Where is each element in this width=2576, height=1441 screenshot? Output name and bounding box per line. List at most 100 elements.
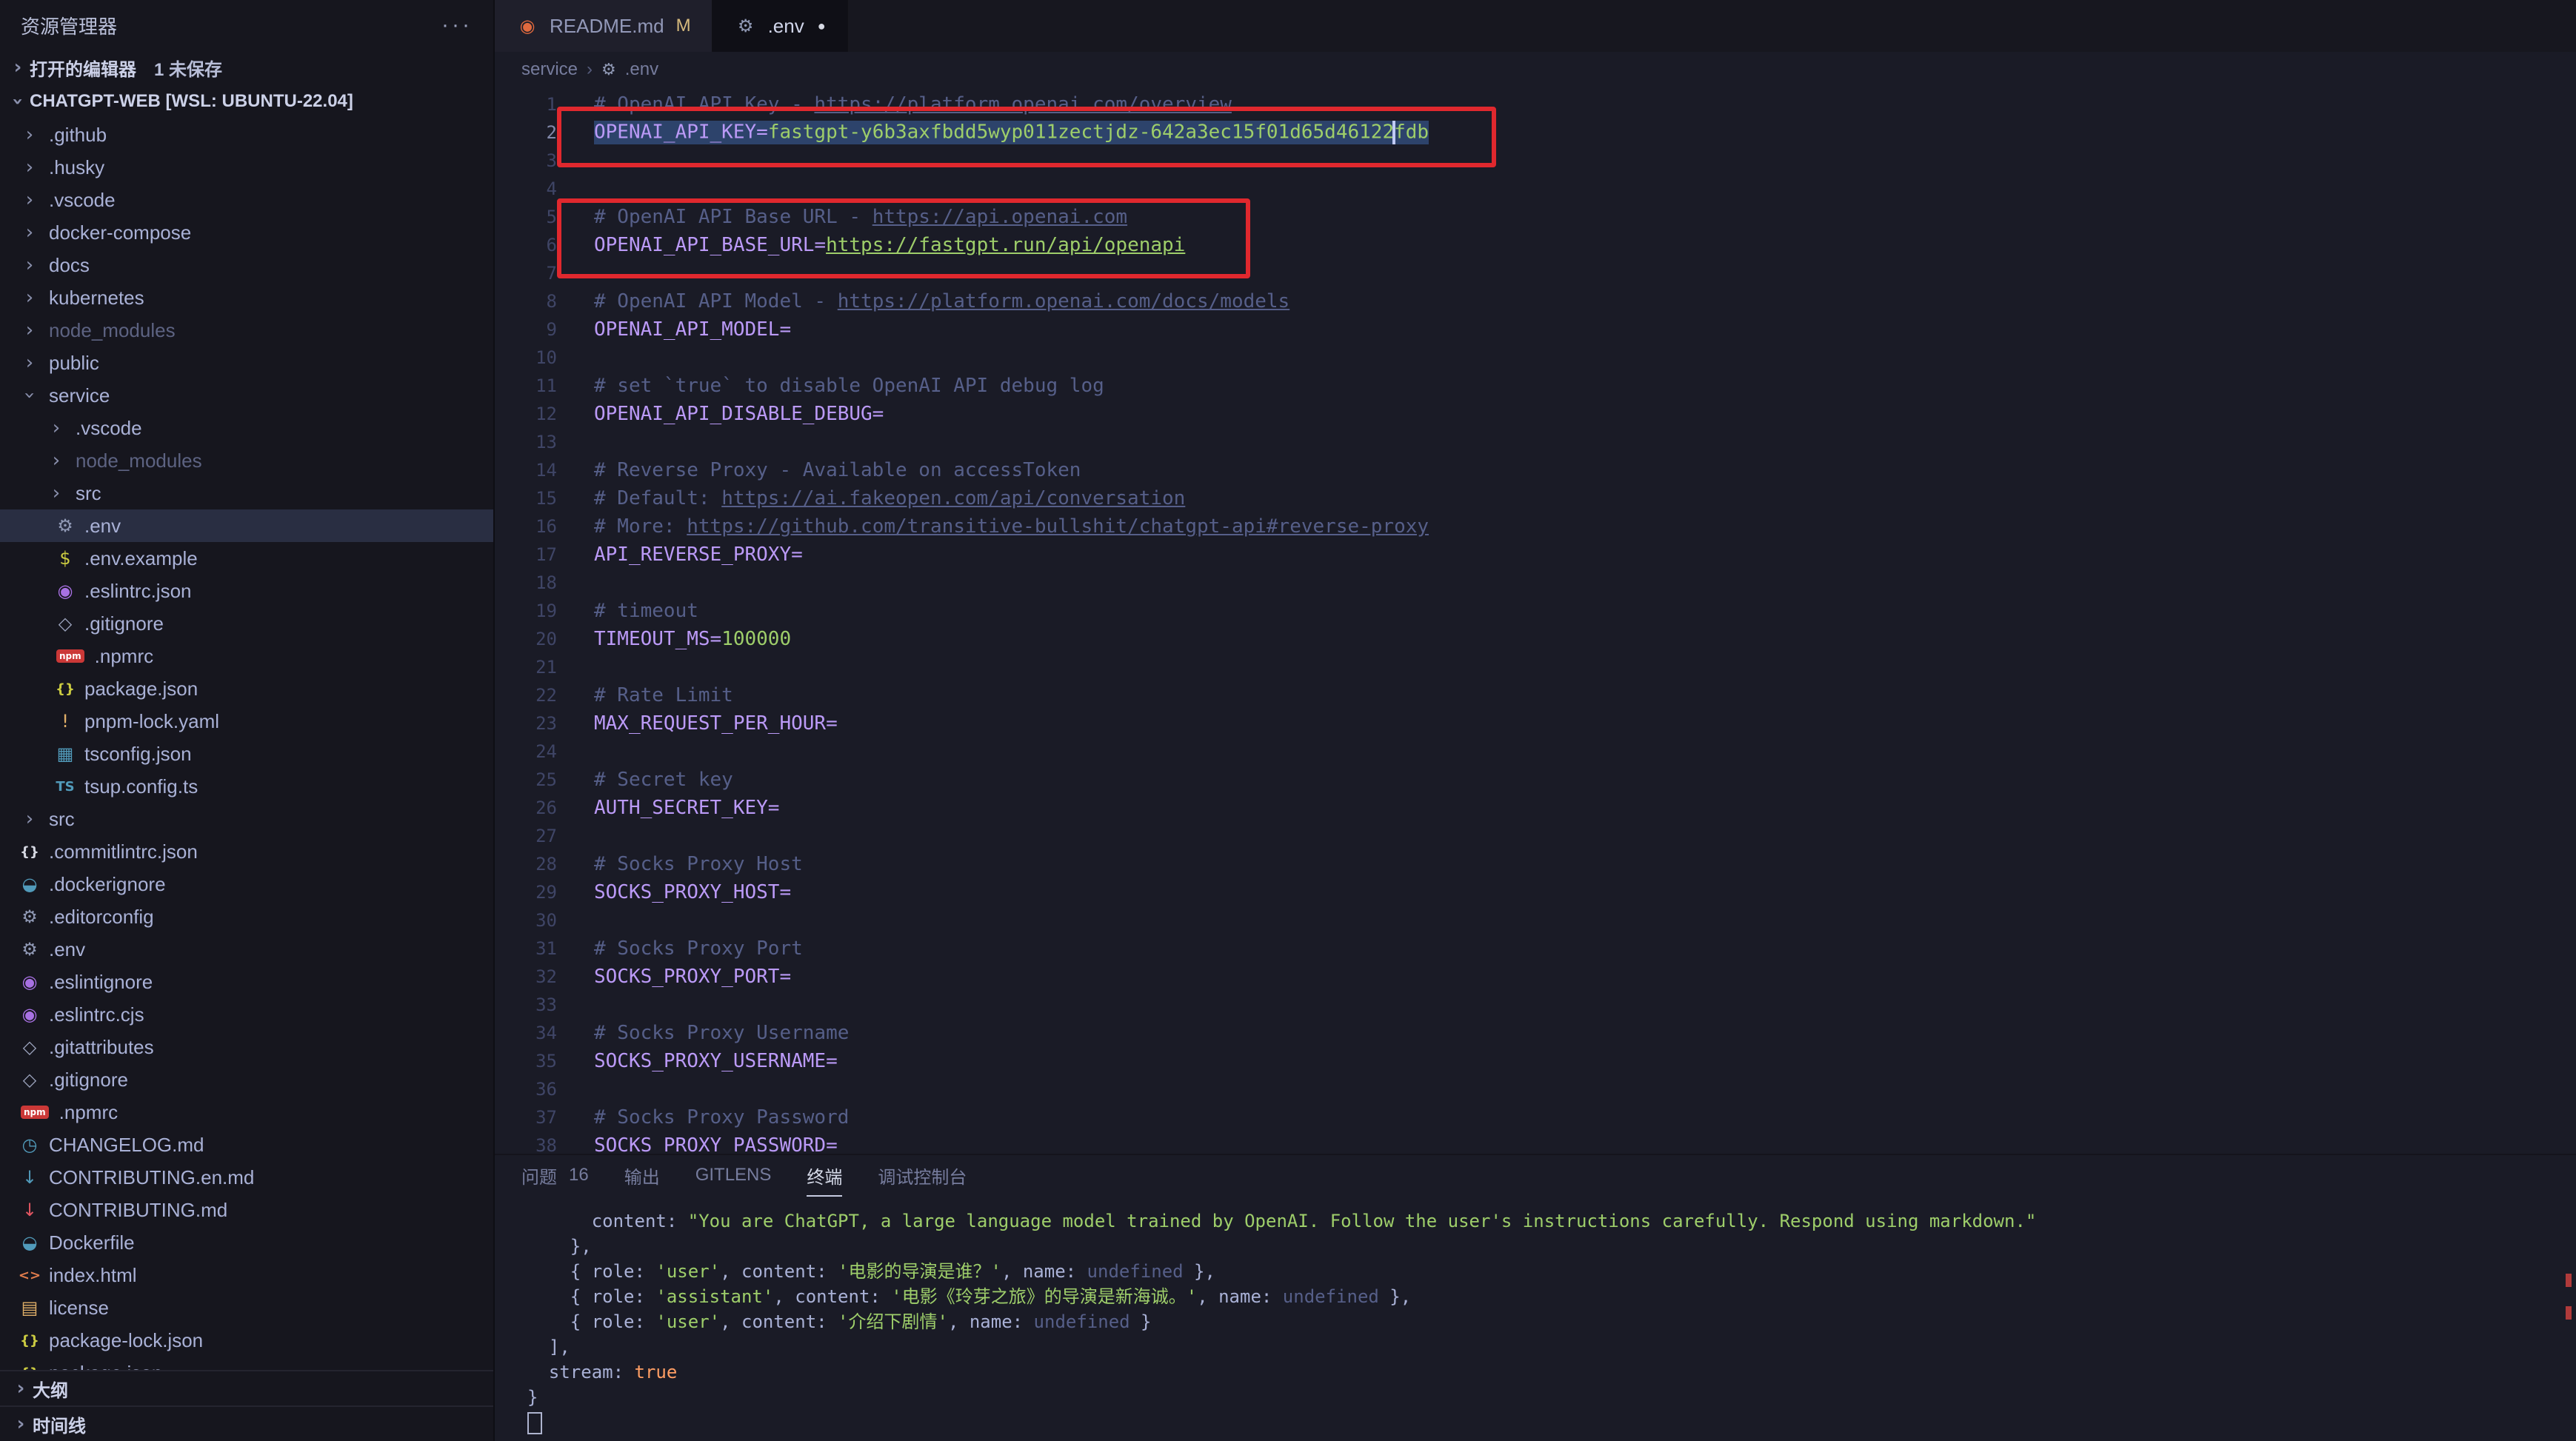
tree-item-docker-compose[interactable]: ›docker-compose [0,216,493,249]
code-line-19[interactable]: 19# timeout [495,597,2576,625]
tree-item-node_modules[interactable]: ›node_modules [0,444,493,477]
tree-item-.eslintrc.cjs[interactable]: ◉.eslintrc.cjs [0,998,493,1031]
panel-tab-终端[interactable]: 终端 [807,1155,842,1197]
tree-item-.env.example[interactable]: $.env.example [0,542,493,575]
tree-item-.vscode[interactable]: ›.vscode [0,184,493,216]
code-line-16[interactable]: 16# More: https://github.com/transitive-… [495,512,2576,541]
tree-item-package-lock.json[interactable]: {}package-lock.json [0,1324,493,1357]
tree-item-CONTRIBUTING.en.md[interactable]: ↓CONTRIBUTING.en.md [0,1161,493,1194]
code-line-31[interactable]: 31# Socks Proxy Port [495,935,2576,963]
terminal-output[interactable]: content: "You are ChatGPT, a large langu… [495,1197,2576,1435]
tree-item-.vscode[interactable]: ›.vscode [0,412,493,444]
breadcrumb-item-env[interactable]: .env [625,59,658,80]
tree-item-.eslintrc.json[interactable]: ◉.eslintrc.json [0,575,493,607]
tree-item-.gitignore[interactable]: ◇.gitignore [0,1063,493,1096]
open-editors-section[interactable]: › 打开的编辑器 1 未保存 [0,50,493,84]
code-line-15[interactable]: 15# Default: https://ai.fakeopen.com/api… [495,484,2576,512]
tree-item-Dockerfile[interactable]: ◒Dockerfile [0,1226,493,1259]
tree-item-.npmrc[interactable]: npm.npmrc [0,1096,493,1129]
tab-readme[interactable]: ◉ README.md M [495,0,713,52]
code-line-23[interactable]: 23MAX_REQUEST_PER_HOUR= [495,709,2576,738]
git-modified-badge: M [676,16,691,36]
code-line-13[interactable]: 13 [495,428,2576,456]
code-line-1[interactable]: 1# OpenAI API Key - https://platform.ope… [495,90,2576,118]
tree-item-src[interactable]: ›src [0,803,493,835]
code-line-7[interactable]: 7 [495,259,2576,287]
panel-tab-问题[interactable]: 问题16 [521,1155,589,1197]
tree-item-src[interactable]: ›src [0,477,493,509]
code-line-20[interactable]: 20TIMEOUT_MS=100000 [495,625,2576,653]
breadcrumb-item-service[interactable]: service [521,59,578,80]
tab-env[interactable]: ⚙ .env ● [713,0,848,52]
tree-item-tsup.config.ts[interactable]: TStsup.config.ts [0,770,493,803]
code-line-5[interactable]: 5# OpenAI API Base URL - https://api.ope… [495,203,2576,231]
tree-item-public[interactable]: ›public [0,347,493,379]
code-line-2[interactable]: 2OPENAI_API_KEY=fastgpt-y6b3axfbdd5wyp01… [495,118,2576,147]
code-line-21[interactable]: 21 [495,653,2576,681]
workspace-root-row[interactable]: › CHATGPT-WEB [WSL: UBUNTU-22.04] [0,84,493,118]
line-number: 3 [495,150,557,171]
tree-item-.dockerignore[interactable]: ◒.dockerignore [0,868,493,900]
more-actions-icon[interactable]: ··· [441,13,473,38]
terminal-token: true [635,1362,678,1383]
code-token: TIMEOUT_MS= [594,628,721,650]
code-line-14[interactable]: 14# Reverse Proxy - Available on accessT… [495,456,2576,484]
code-line-3[interactable]: 3 [495,147,2576,175]
code-line-4[interactable]: 4 [495,175,2576,203]
tree-item-.gitignore[interactable]: ◇.gitignore [0,607,493,640]
panel-tab-调试控制台[interactable]: 调试控制台 [878,1155,967,1197]
tree-item-.env[interactable]: ⚙.env [0,933,493,966]
tree-item-.commitlintrc.json[interactable]: {}.commitlintrc.json [0,835,493,868]
code-line-17[interactable]: 17API_REVERSE_PROXY= [495,541,2576,569]
code-line-18[interactable]: 18 [495,569,2576,597]
code-line-33[interactable]: 33 [495,991,2576,1019]
code-line-35[interactable]: 35SOCKS_PROXY_USERNAME= [495,1047,2576,1075]
code-line-24[interactable]: 24 [495,738,2576,766]
tree-item-.editorconfig[interactable]: ⚙.editorconfig [0,900,493,933]
code-line-10[interactable]: 10 [495,344,2576,372]
code-line-29[interactable]: 29SOCKS_PROXY_HOST= [495,878,2576,906]
code-line-28[interactable]: 28# Socks Proxy Host [495,850,2576,878]
code-line-12[interactable]: 12OPENAI_API_DISABLE_DEBUG= [495,400,2576,428]
tree-item-CONTRIBUTING.md[interactable]: ↓CONTRIBUTING.md [0,1194,493,1226]
sidebar-section-时间线[interactable]: ›时间线 [0,1405,493,1441]
panel-tab-输出[interactable]: 输出 [624,1155,660,1197]
tree-item-node_modules[interactable]: ›node_modules [0,314,493,347]
code-line-8[interactable]: 8# OpenAI API Model - https://platform.o… [495,287,2576,315]
tree-item-docs[interactable]: ›docs [0,249,493,281]
code-line-36[interactable]: 36 [495,1075,2576,1103]
code-line-25[interactable]: 25# Secret key [495,766,2576,794]
code-line-32[interactable]: 32SOCKS_PROXY_PORT= [495,963,2576,991]
tree-item-.github[interactable]: ›.github [0,118,493,151]
line-number: 22 [495,685,557,706]
tree-item-CHANGELOG.md[interactable]: ◷CHANGELOG.md [0,1129,493,1161]
tree-item-.npmrc[interactable]: npm.npmrc [0,640,493,672]
code-line-11[interactable]: 11# set `true` to disable OpenAI API deb… [495,372,2576,400]
tree-item-.gitattributes[interactable]: ◇.gitattributes [0,1031,493,1063]
sidebar-section-大纲[interactable]: ›大纲 [0,1370,493,1405]
tree-item-.env[interactable]: ⚙.env [0,509,493,542]
tree-item-license[interactable]: ▤license [0,1291,493,1324]
tree-item-pnpm-lock.yaml[interactable]: !pnpm-lock.yaml [0,705,493,738]
code-line-34[interactable]: 34# Socks Proxy Username [495,1019,2576,1047]
code-line-6[interactable]: 6OPENAI_API_BASE_URL=https://fastgpt.run… [495,231,2576,259]
chevron-right-icon: › [18,189,41,211]
panel-tab-GITLENS[interactable]: GITLENS [695,1155,772,1197]
unsaved-dot-icon[interactable]: ● [818,19,826,34]
tree-item-index.html[interactable]: <>index.html [0,1259,493,1291]
code-line-38[interactable]: 38SOCKS_PROXY_PASSWORD= [495,1131,2576,1155]
code-line-9[interactable]: 9OPENAI_API_MODEL= [495,315,2576,344]
code-line-26[interactable]: 26AUTH_SECRET_KEY= [495,794,2576,822]
tree-item-.eslintignore[interactable]: ◉.eslintignore [0,966,493,998]
code-line-27[interactable]: 27 [495,822,2576,850]
tree-item-tsconfig.json[interactable]: ▦tsconfig.json [0,738,493,770]
code-line-22[interactable]: 22# Rate Limit [495,681,2576,709]
code-line-30[interactable]: 30 [495,906,2576,935]
tree-item-package.json[interactable]: {}package.json [0,672,493,705]
tree-item-.husky[interactable]: ›.husky [0,151,493,184]
tree-item-service[interactable]: ›service [0,379,493,412]
tab-bar: ◉ README.md M ⚙ .env ● [495,0,2576,52]
code-line-37[interactable]: 37# Socks Proxy Password [495,1103,2576,1131]
tree-item-kubernetes[interactable]: ›kubernetes [0,281,493,314]
code-editor[interactable]: 1# OpenAI API Key - https://platform.ope… [495,87,2576,1155]
